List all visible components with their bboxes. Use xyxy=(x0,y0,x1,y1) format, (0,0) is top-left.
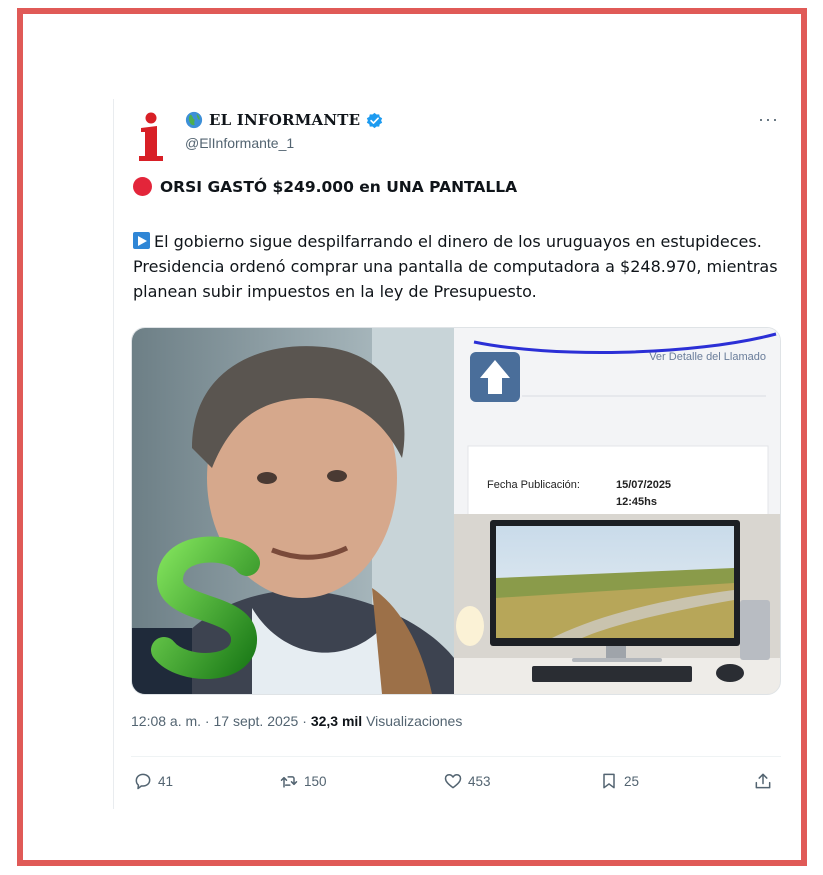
post-image[interactable]: Ver Detalle del Llamado Fecha Publicació… xyxy=(131,327,781,695)
tweet-card: EL INFORMANTE @ElInformante_1 ··· ORSI G… xyxy=(113,99,783,809)
pub-date-value: 15/07/2025 xyxy=(616,479,671,491)
account-handle[interactable]: @ElInformante_1 xyxy=(185,135,294,151)
globe-icon xyxy=(185,111,203,129)
action-bar: 41 150 453 25 xyxy=(131,771,779,795)
like-count: 453 xyxy=(468,773,491,789)
doc-link-text: Ver Detalle del Llamado xyxy=(649,351,766,363)
bookmark-count: 25 xyxy=(624,773,640,789)
photo-of-man xyxy=(132,328,454,694)
bookmark-button[interactable]: 25 xyxy=(599,771,639,791)
document-screenshot: Ver Detalle del Llamado Fecha Publicació… xyxy=(454,328,780,517)
thread-line xyxy=(113,99,114,809)
post-date[interactable]: 17 sept. 2025 xyxy=(214,713,299,729)
reply-button[interactable]: 41 xyxy=(133,771,173,791)
reply-count: 41 xyxy=(158,773,174,789)
repost-count: 150 xyxy=(304,773,327,789)
pub-date-label: Fecha Publicación: xyxy=(487,479,580,491)
like-button[interactable]: 453 xyxy=(443,771,491,791)
views-count: 32,3 mil xyxy=(310,713,363,729)
divider xyxy=(131,756,781,757)
share-icon xyxy=(755,773,771,789)
el-informante-logo[interactable] xyxy=(131,111,171,161)
views-label: Visualizaciones xyxy=(366,713,463,729)
post-time[interactable]: 12:08 a. m. xyxy=(131,713,201,729)
repost-icon xyxy=(280,776,298,788)
red-circle-icon xyxy=(133,177,152,196)
dollar-sign-icon xyxy=(151,531,260,685)
bookmark-icon xyxy=(603,773,615,789)
post-body-text: El gobierno sigue despilfarrando el dine… xyxy=(133,232,778,301)
red-frame: EL INFORMANTE @ElInformante_1 ··· ORSI G… xyxy=(17,8,807,866)
share-button[interactable] xyxy=(753,771,773,791)
display-name[interactable]: EL INFORMANTE xyxy=(209,111,360,129)
play-button-icon xyxy=(133,232,150,249)
verified-badge-icon xyxy=(367,112,383,128)
post-headline: ORSI GASTÓ $249.000 en UNA PANTALLA xyxy=(133,177,517,196)
post-meta: 12:08 a. m. · 17 sept. 2025 · 32,3 mil V… xyxy=(131,713,463,729)
more-options-icon[interactable]: ··· xyxy=(758,109,779,130)
repost-button[interactable]: 150 xyxy=(279,771,327,791)
post-body: El gobierno sigue despilfarrando el dine… xyxy=(133,229,783,304)
headline-text: ORSI GASTÓ $249.000 en UNA PANTALLA xyxy=(160,177,518,196)
account-name-row[interactable]: EL INFORMANTE xyxy=(185,111,383,129)
monitor-photo xyxy=(454,514,780,694)
heart-icon xyxy=(444,774,462,789)
pub-time-value: 12:45hs xyxy=(616,496,657,508)
reply-icon xyxy=(135,773,151,790)
